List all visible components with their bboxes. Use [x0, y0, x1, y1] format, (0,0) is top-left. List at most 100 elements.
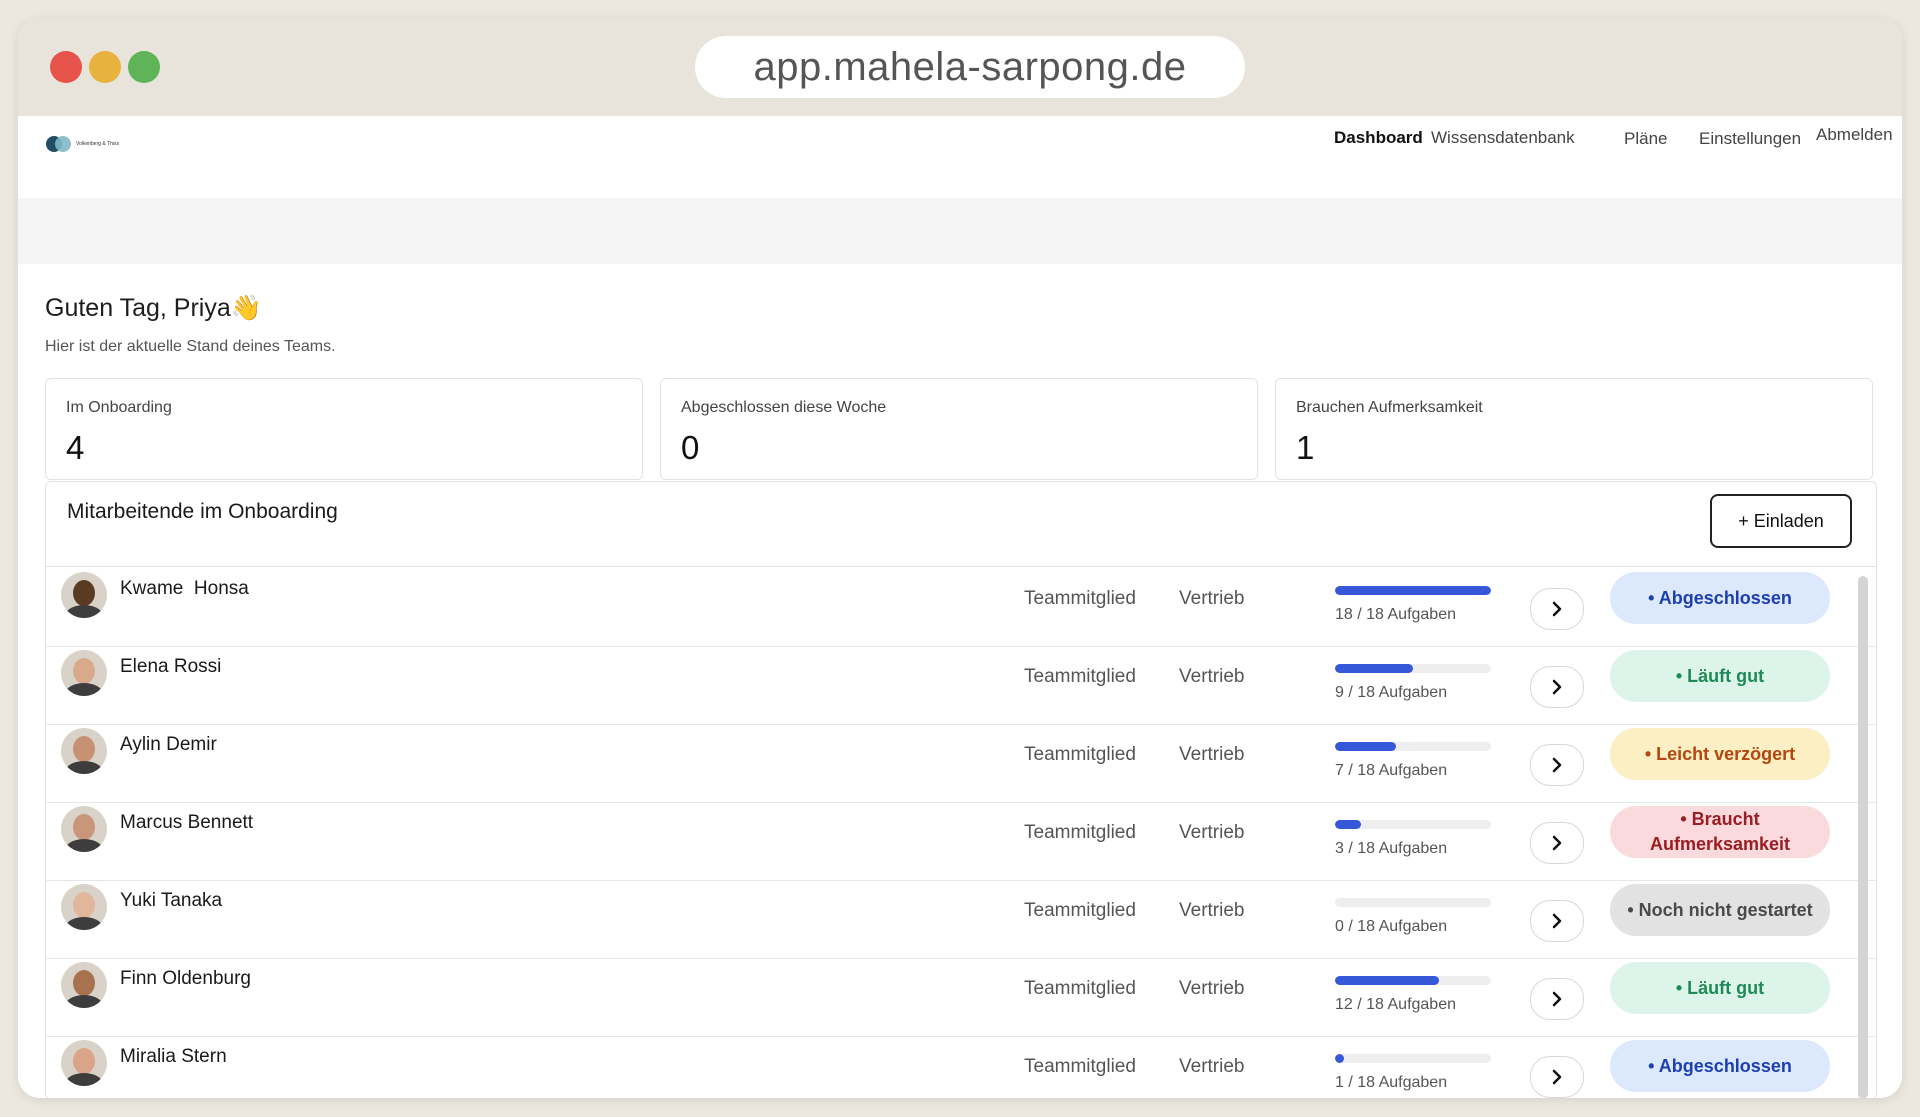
- stat-label: Abgeschlossen diese Woche: [681, 399, 887, 416]
- task-progress-fill: [1335, 976, 1440, 985]
- open-employee-button[interactable]: [1530, 978, 1584, 1020]
- page-title: Guten Tag, Priya👋: [45, 294, 262, 322]
- chevron-right-icon: [1552, 757, 1562, 773]
- status-badge: • Abgeschlossen: [1610, 1040, 1830, 1092]
- avatar-head: [73, 970, 95, 996]
- invite-button[interactable]: + Einladen: [1710, 494, 1852, 548]
- chevron-right-icon: [1552, 835, 1562, 851]
- employee-department: Vertrieb: [1179, 978, 1245, 999]
- employee-department: Vertrieb: [1179, 822, 1245, 843]
- avatar-head: [73, 580, 95, 606]
- page-banner: [18, 198, 1902, 264]
- employees-panel-header: Mitarbeitende im Onboarding + Einladen: [46, 482, 1876, 567]
- employee-department: Vertrieb: [1179, 744, 1245, 765]
- avatar: [61, 1040, 107, 1086]
- employee-department: Vertrieb: [1179, 1056, 1245, 1077]
- task-progress-fill: [1335, 1054, 1344, 1063]
- avatar-shoulders: [65, 917, 103, 930]
- employee-role: Teammitglied: [1024, 900, 1136, 921]
- employee-row[interactable]: Elena Rossi Teammitglied Vertrieb 9 / 18 Au…: [46, 646, 1876, 725]
- open-employee-button[interactable]: [1530, 744, 1584, 786]
- employee-row[interactable]: Marcus Bennett Teammitglied Vertrieb 3 / 18…: [46, 802, 1876, 881]
- page-subtitle: Hier ist der aktuelle Stand deines Teams…: [45, 338, 336, 355]
- nav-wissensdatenbank[interactable]: Wissensdatenbank: [1431, 128, 1575, 148]
- employee-row[interactable]: Finn Oldenburg Teammitglied Vertrieb 12 / 1…: [46, 958, 1876, 1037]
- open-employee-button[interactable]: [1530, 666, 1584, 708]
- task-progress-fill: [1335, 586, 1491, 595]
- stat-label: Brauchen Aufmerksamkeit: [1296, 399, 1483, 416]
- avatar-shoulders: [65, 683, 103, 696]
- open-employee-button[interactable]: [1530, 1056, 1584, 1098]
- task-count: 0 / 18 Aufgaben: [1335, 918, 1448, 935]
- task-progress-bar: [1335, 586, 1491, 595]
- employee-role: Teammitglied: [1024, 822, 1136, 843]
- maximize-window-button[interactable]: [128, 51, 160, 83]
- stat-card-completed-week: Abgeschlossen diese Woche 0: [660, 378, 1258, 480]
- avatar-shoulders: [65, 605, 103, 618]
- employee-role: Teammitglied: [1024, 744, 1136, 765]
- employee-name: Yuki Tanaka: [120, 890, 223, 911]
- status-badge: • Braucht Aufmerksamkeit: [1610, 806, 1830, 858]
- nav-abmelden[interactable]: Abmelden: [1816, 125, 1893, 145]
- address-bar[interactable]: app.mahela-sarpong.de: [695, 36, 1245, 98]
- task-progress-bar: [1335, 976, 1491, 985]
- task-count: 7 / 18 Aufgaben: [1335, 762, 1448, 779]
- task-progress-fill: [1335, 742, 1396, 751]
- stat-card-needs-attention: Brauchen Aufmerksamkeit 1: [1275, 378, 1873, 480]
- employee-name: Aylin Demir: [120, 734, 217, 755]
- open-employee-button[interactable]: [1530, 822, 1584, 864]
- task-count: 18 / 18 Aufgaben: [1335, 606, 1456, 623]
- task-count: 3 / 18 Aufgaben: [1335, 840, 1448, 857]
- avatar-head: [73, 892, 95, 918]
- open-employee-button[interactable]: [1530, 588, 1584, 630]
- avatar-head: [73, 658, 95, 684]
- status-badge: • Abgeschlossen: [1610, 572, 1830, 624]
- employees-panel: Mitarbeitende im Onboarding + Einladen K…: [45, 481, 1877, 1098]
- browser-window: app.mahela-sarpong.de Volkenberg & Thiss…: [18, 18, 1902, 1098]
- employee-role: Teammitglied: [1024, 978, 1136, 999]
- employee-name: Marcus Bennett: [120, 812, 254, 833]
- task-progress-bar: [1335, 742, 1491, 751]
- minimize-window-button[interactable]: [89, 51, 121, 83]
- task-count: 1 / 18 Aufgaben: [1335, 1074, 1448, 1091]
- nav-plaene[interactable]: Pläne: [1624, 129, 1667, 149]
- task-progress-fill: [1335, 664, 1413, 673]
- nav-einstellungen[interactable]: Einstellungen: [1699, 129, 1801, 149]
- close-window-button[interactable]: [50, 51, 82, 83]
- employee-row[interactable]: Aylin Demir Teammitglied Vertrieb 7 / 18 Au…: [46, 724, 1876, 803]
- nav-dashboard[interactable]: Dashboard: [1334, 128, 1423, 148]
- browser-titlebar: app.mahela-sarpong.de: [18, 18, 1902, 116]
- open-employee-button[interactable]: [1530, 900, 1584, 942]
- task-progress-bar: [1335, 664, 1491, 673]
- employee-name: Elena Rossi: [120, 656, 222, 677]
- employee-row[interactable]: Miralia Stern Teammitglied Vertrieb 1 / 18 …: [46, 1036, 1876, 1098]
- chevron-right-icon: [1552, 991, 1562, 1007]
- avatar-shoulders: [65, 995, 103, 1008]
- employee-department: Vertrieb: [1179, 666, 1245, 687]
- employee-name: Finn Oldenburg: [120, 968, 251, 989]
- chevron-right-icon: [1552, 679, 1562, 695]
- top-navigation: Dashboard Wissensdatenbank Pläne Einstel…: [1334, 124, 1894, 154]
- logo-wordmark: Volkenberg & Thiss: [76, 141, 119, 147]
- status-badge: • Leicht verzögert: [1610, 728, 1830, 780]
- task-count: 12 / 18 Aufgaben: [1335, 996, 1456, 1013]
- task-progress-bar: [1335, 820, 1491, 829]
- employee-row[interactable]: Kwame Honsa Teammitglied Vertrieb 18 / 18 A…: [46, 568, 1876, 647]
- avatar-shoulders: [65, 761, 103, 774]
- avatar-head: [73, 1048, 95, 1074]
- employee-name: Miralia Stern: [120, 1046, 227, 1067]
- status-badge: • Läuft gut: [1610, 962, 1830, 1014]
- employees-panel-title: Mitarbeitende im Onboarding: [67, 500, 338, 523]
- employee-role: Teammitglied: [1024, 1056, 1136, 1077]
- employee-row[interactable]: Yuki Tanaka Teammitglied Vertrieb 0 / 18 Au…: [46, 880, 1876, 959]
- avatar: [61, 572, 107, 618]
- status-badge: • Läuft gut: [1610, 650, 1830, 702]
- app-page: Volkenberg & Thiss Dashboard Wissensdate…: [18, 116, 1902, 1098]
- list-scrollbar[interactable]: [1858, 576, 1868, 1098]
- stat-label: Im Onboarding: [66, 399, 172, 416]
- employee-role: Teammitglied: [1024, 588, 1136, 609]
- stat-value: 4: [66, 429, 85, 466]
- stat-card-onboarding: Im Onboarding 4: [45, 378, 643, 480]
- company-logo[interactable]: Volkenberg & Thiss: [46, 136, 119, 152]
- chevron-right-icon: [1552, 601, 1562, 617]
